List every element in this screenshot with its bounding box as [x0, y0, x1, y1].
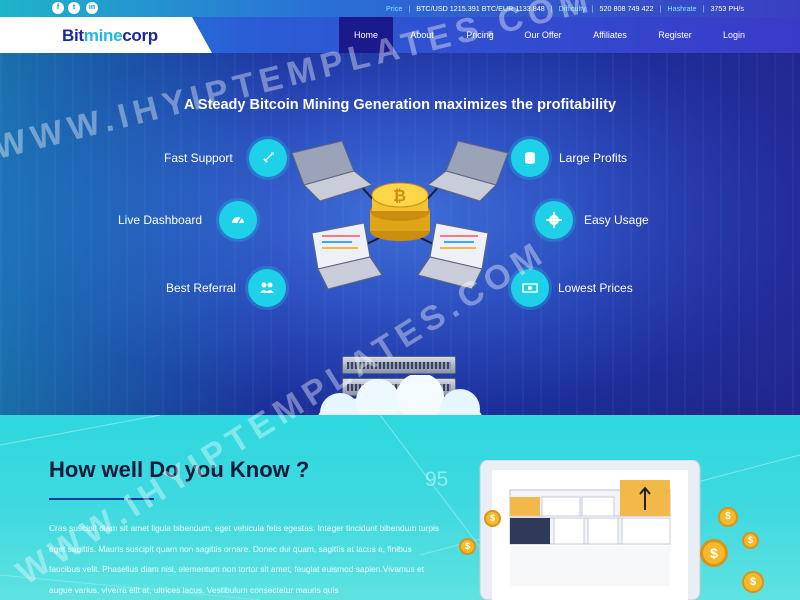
price-label: Price: [385, 4, 403, 13]
money-icon: [511, 269, 549, 307]
top-bar: f t in Price | BTC/USD 1215.391 BTC/EUR …: [0, 0, 800, 17]
market-ticker: Price | BTC/USD 1215.391 BTC/EUR 1133.84…: [385, 4, 744, 13]
logo[interactable]: Bitminecorp: [62, 26, 158, 46]
nav-home[interactable]: Home: [339, 17, 393, 53]
server-unit: [342, 356, 456, 374]
about-section: 95 How well Do you Know ? Cras suscipit …: [0, 415, 800, 600]
gear-icon: [535, 201, 573, 239]
hashrate-label: Hashrate: [667, 4, 697, 13]
hashrate-value: 3753 PH/s: [710, 4, 744, 13]
title-underline: [49, 498, 124, 500]
mining-network-illustration: ₿: [291, 140, 509, 290]
nav-about[interactable]: About: [400, 17, 444, 53]
difficulty-label: Difficulty: [558, 4, 586, 13]
coin-icon: $: [718, 507, 738, 527]
rocket-icon: [249, 139, 287, 177]
facebook-icon[interactable]: f: [52, 2, 64, 14]
difficulty-value: 520 808 749 422: [599, 4, 654, 13]
nav-pricing[interactable]: Pricing: [456, 17, 504, 53]
nav-our-offer[interactable]: Our Offer: [518, 17, 568, 53]
laptop-chart-illustration: [479, 460, 701, 600]
hero-section: A Steady Bitcoin Mining Generation maxim…: [0, 53, 800, 415]
twitter-icon[interactable]: t: [68, 2, 80, 14]
hero-title: A Steady Bitcoin Mining Generation maxim…: [183, 97, 617, 113]
coin-icon: $: [700, 539, 728, 567]
feature-live-dashboard-label: Live Dashboard: [118, 213, 203, 227]
linkedin-icon[interactable]: in: [86, 2, 98, 14]
gauge-icon: [219, 201, 257, 239]
feature-large-profits-label: Large Profits: [559, 151, 628, 165]
feature-best-referral-label: Best Referral: [166, 281, 237, 295]
coin-icon: $: [459, 538, 476, 555]
title-underline-accent: [128, 498, 154, 500]
nav-login[interactable]: Login: [716, 17, 752, 53]
cloud-illustration: [318, 375, 482, 415]
feature-lowest-prices-label: Lowest Prices: [558, 281, 633, 295]
users-icon: [248, 269, 286, 307]
coin-icon: $: [742, 571, 764, 593]
nav-register[interactable]: Register: [652, 17, 698, 53]
coin-icon: $: [484, 510, 501, 527]
svg-text:₿: ₿: [393, 187, 406, 205]
coin-icon: $: [742, 532, 759, 549]
feature-fast-support-label: Fast Support: [164, 151, 233, 165]
feature-easy-usage-label: Easy Usage: [584, 213, 649, 227]
section-paragraph: Cras suscipit diam sit amet ligula biben…: [49, 523, 440, 595]
price-value: BTC/USD 1215.391 BTC/EUR 1133.848: [416, 4, 545, 13]
nav-affiliates[interactable]: Affiliates: [585, 17, 635, 53]
coins-icon: [511, 139, 549, 177]
main-header: Bitminecorp Home About Pricing Our Offer…: [0, 17, 800, 53]
decorative-number: 95: [425, 468, 449, 491]
section-title: How well Do you Know ?: [49, 457, 310, 482]
